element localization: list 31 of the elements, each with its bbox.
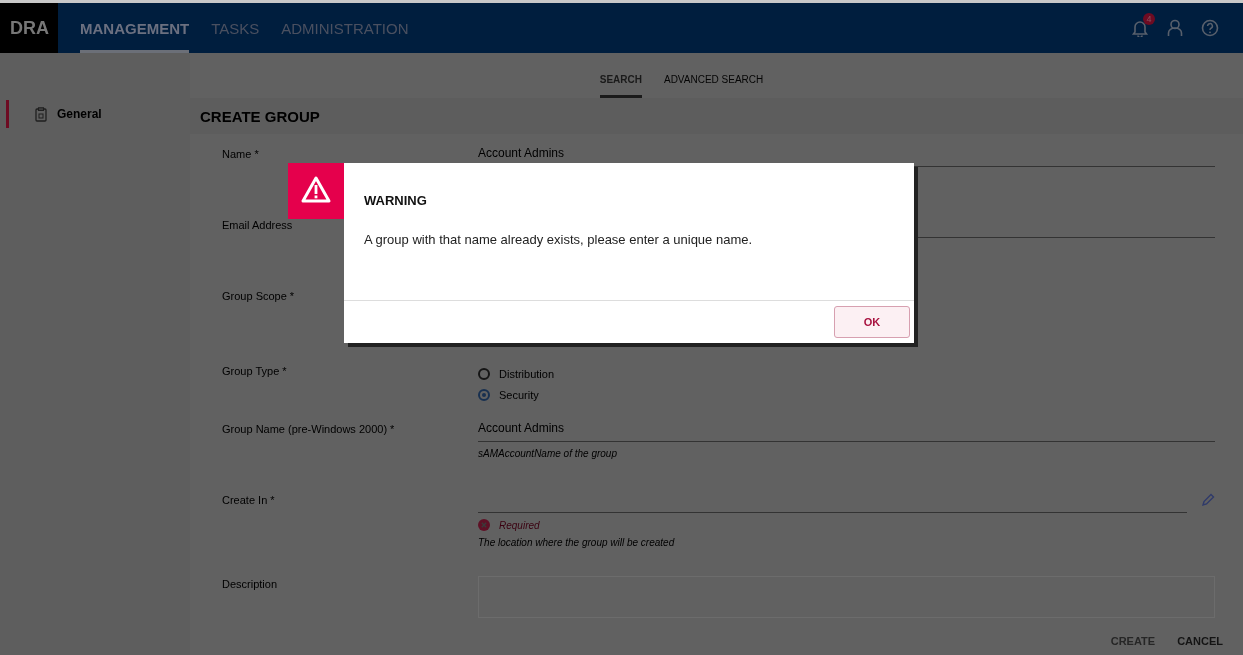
help-icon[interactable]: [1201, 19, 1219, 37]
radio-option[interactable]: Distribution: [478, 363, 1215, 384]
user-icon[interactable]: [1167, 19, 1183, 37]
field-label: Create In *: [222, 493, 276, 506]
form-title: CREATE GROUP: [200, 107, 320, 125]
nav-tab[interactable]: TASKS: [211, 3, 260, 53]
field-label: Group Type *: [222, 364, 288, 377]
radio-button[interactable]: [478, 388, 490, 401]
logo: DRA: [0, 3, 58, 53]
input-field[interactable]: Account Admins: [478, 421, 1215, 442]
nav-tab[interactable]: ADMINISTRATION: [281, 3, 409, 53]
clipboard-icon: [35, 106, 47, 122]
ok-button[interactable]: OK: [834, 306, 910, 338]
cancel-button[interactable]: CANCEL: [1171, 633, 1229, 649]
radio-label: Security: [499, 388, 539, 401]
radio-button[interactable]: [478, 367, 490, 380]
radio-option[interactable]: Security: [478, 384, 1215, 405]
radio-label: Distribution: [499, 367, 555, 380]
helper-text: The location where the group will be created: [478, 537, 676, 548]
dialog-message: A group with that name already exists, please enter a unique name.: [364, 232, 754, 247]
field-label: Email Address: [222, 218, 294, 231]
field-label: Group Scope *: [222, 289, 296, 302]
field-label: Group Name (pre-Windows 2000) *: [222, 422, 396, 435]
field-label: Description: [222, 577, 279, 590]
helper-text: sAMAccountName of the group: [478, 448, 618, 459]
search-tab[interactable]: ADVANCED SEARCH: [663, 74, 764, 98]
dialog-title: WARNING: [364, 193, 428, 208]
field-label: Name *: [222, 147, 260, 160]
error-icon: [478, 519, 490, 531]
error-text: Required: [499, 519, 540, 531]
pencil-icon[interactable]: [1201, 493, 1215, 507]
